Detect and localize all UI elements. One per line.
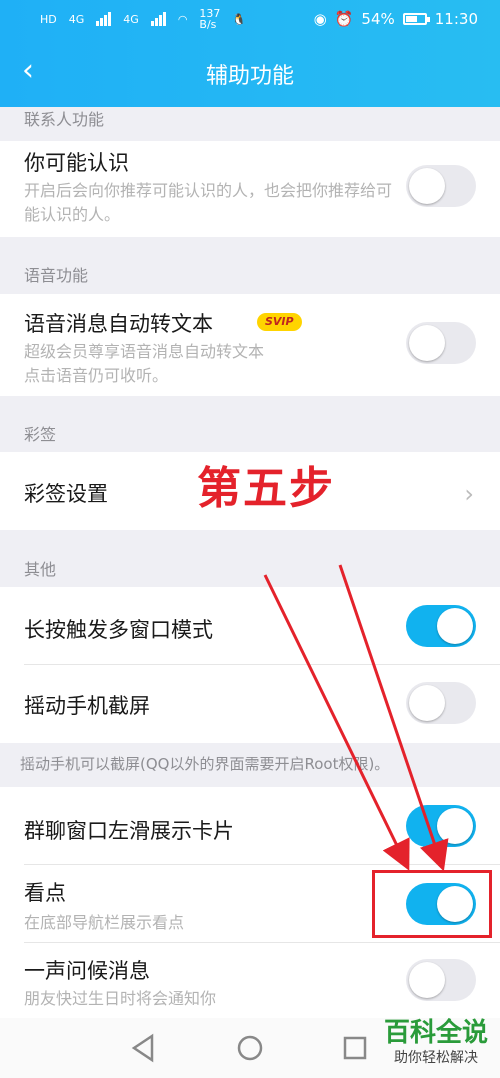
toggle-knob bbox=[437, 608, 473, 644]
signal-4g-label-2: 4G bbox=[123, 12, 139, 26]
shake-screenshot-title: 摇动手机截屏 bbox=[24, 694, 150, 718]
back-triangle-icon[interactable] bbox=[131, 1033, 154, 1063]
shake-screenshot-row: 摇动手机截屏 bbox=[0, 665, 500, 743]
qq-penguin-icon: 🐧 bbox=[232, 12, 247, 26]
battery-percent: 54% bbox=[361, 10, 395, 28]
highlight-box bbox=[372, 870, 492, 938]
section-voice: 语音功能 bbox=[0, 237, 500, 294]
signal-4g-label: 4G bbox=[68, 12, 85, 26]
section-other: 其他 bbox=[0, 530, 500, 587]
toggle-knob bbox=[409, 325, 445, 361]
section-contacts: 联系人功能 bbox=[0, 107, 500, 141]
page-title: 辅助功能 bbox=[205, 64, 294, 89]
group-card-toggle[interactable] bbox=[406, 805, 476, 847]
voice-to-text-desc1: 超级会员尊享语音消息自动转文本 bbox=[24, 342, 265, 361]
signal-icon-2 bbox=[150, 12, 166, 26]
nav-bar: ‹ 辅助功能 bbox=[0, 46, 500, 102]
wifi-icon: ◠ bbox=[177, 12, 188, 26]
battery-icon bbox=[402, 13, 430, 25]
voice-to-text-toggle[interactable] bbox=[406, 322, 476, 364]
group-card-row: 群聊窗口左滑展示卡片 bbox=[0, 787, 500, 865]
watermark-subtitle: 助你轻松解决 bbox=[394, 1050, 478, 1066]
group-card-title: 群聊窗口左滑展示卡片 bbox=[24, 819, 234, 843]
maybe-know-title: 你可能认识 bbox=[24, 151, 129, 175]
svip-badge: SVIP bbox=[257, 313, 302, 331]
greeting-toggle[interactable] bbox=[406, 959, 476, 1001]
voice-to-text-row: 语音消息自动转文本 SVIP 超级会员尊享语音消息自动转文本 点击语音仍可收听。 bbox=[0, 294, 500, 396]
section-caiqian: 彩签 bbox=[0, 396, 500, 452]
greeting-row: 一声问候消息 朋友快过生日时将会通知你 bbox=[0, 943, 500, 1023]
toggle-knob bbox=[437, 808, 473, 844]
maybe-know-desc: 开启后会向你推荐可能认识的人，也会把你推荐给可能认识的人。 bbox=[24, 181, 393, 224]
maybe-know-toggle[interactable] bbox=[406, 165, 476, 207]
network-speed: 137 B/s bbox=[199, 7, 221, 31]
shake-screenshot-toggle[interactable] bbox=[406, 682, 476, 724]
toggle-knob bbox=[409, 685, 445, 721]
kandian-title: 看点 bbox=[24, 881, 66, 905]
app-header: HD 4G 4G ◠ 137 B/s 🐧 ◉ ⏰ 54% 11:30 ‹ 辅助功能 bbox=[0, 0, 500, 107]
sim-network-badge: HD bbox=[40, 12, 57, 26]
voice-to-text-desc2: 点击语音仍可收听。 bbox=[24, 366, 169, 385]
alarm-icon: ⏰ bbox=[334, 10, 354, 28]
shake-note: 摇动手机可以截屏(QQ以外的界面需要开启Root权限)。 bbox=[0, 743, 500, 787]
clock: 11:30 bbox=[434, 10, 478, 28]
watermark: 百科全说 助你轻松解决 bbox=[376, 1018, 496, 1068]
voice-to-text-title: 语音消息自动转文本 bbox=[24, 312, 213, 336]
toggle-knob bbox=[409, 962, 445, 998]
multi-window-row: 长按触发多窗口模式 bbox=[0, 587, 500, 665]
step-annotation: 第五步 bbox=[197, 463, 335, 514]
kandian-desc: 在底部导航栏展示看点 bbox=[24, 913, 185, 932]
greeting-desc: 朋友快过生日时将会通知你 bbox=[24, 989, 217, 1008]
eye-icon: ◉ bbox=[313, 10, 327, 28]
multi-window-title: 长按触发多窗口模式 bbox=[24, 618, 213, 642]
toggle-knob bbox=[409, 168, 445, 204]
greeting-title: 一声问候消息 bbox=[24, 959, 150, 983]
signal-icon bbox=[96, 12, 112, 26]
chevron-right-icon: › bbox=[464, 480, 474, 508]
caiqian-settings-title: 彩签设置 bbox=[24, 482, 108, 506]
recents-square-icon[interactable] bbox=[343, 1036, 367, 1060]
maybe-know-row: 你可能认识 开启后会向你推荐可能认识的人，也会把你推荐给可能认识的人。 bbox=[0, 141, 500, 237]
multi-window-toggle[interactable] bbox=[406, 605, 476, 647]
home-circle-icon[interactable] bbox=[237, 1035, 263, 1061]
status-bar: HD 4G 4G ◠ 137 B/s 🐧 ◉ ⏰ 54% 11:30 bbox=[0, 0, 500, 38]
watermark-title: 百科全说 bbox=[383, 1018, 488, 1048]
